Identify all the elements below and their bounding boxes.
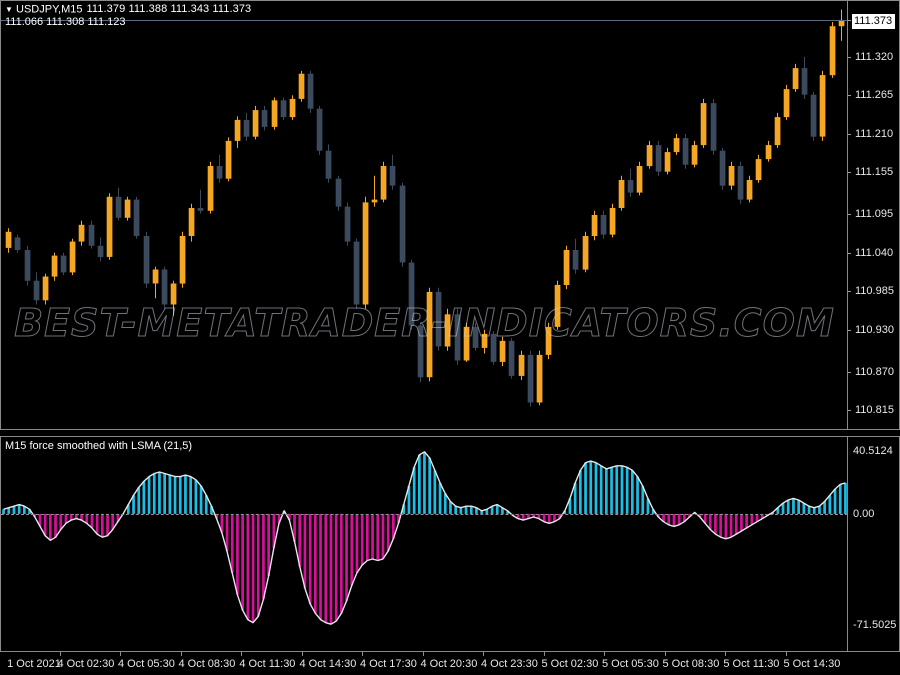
time-axis-tick — [423, 652, 424, 656]
time-axis-tick — [483, 652, 484, 656]
price-axis-label: 111.095 — [855, 208, 894, 221]
time-axis-label: 5 Oct 05:30 — [601, 658, 659, 670]
time-axis-tick — [604, 652, 605, 656]
ohlc-values: 111.379 111.388 111.343 111.373 — [86, 3, 252, 16]
price-axis-label: 111.040 — [855, 246, 894, 259]
time-axis-label: 5 Oct 02:30 — [541, 658, 599, 670]
price-axis-label: 111.265 — [855, 89, 894, 102]
current-price-tag: 111.373 — [851, 12, 897, 30]
price-chart-panel[interactable]: BEST-METATRADER-INDICATORS.COM 111.373 11… — [0, 0, 900, 430]
indicator-plot-area[interactable] — [1, 437, 848, 651]
zero-level-line — [1, 514, 848, 515]
price-axis-tick — [848, 330, 851, 331]
quote-header: ▼ USDJPY,M15 111.379 111.388 111.343 111.3… — [5, 3, 251, 16]
time-axis-label: 4 Oct 08:30 — [178, 658, 236, 670]
candlestick-series — [5, 9, 845, 407]
time-axis-label: 4 Oct 02:30 — [57, 658, 115, 670]
time-axis-tick — [725, 652, 726, 656]
time-axis-tick — [181, 652, 182, 656]
price-axis-tick — [848, 214, 851, 215]
indicator-axis-label: 0.00 — [853, 507, 875, 520]
price-axis-label: 110.815 — [855, 404, 894, 417]
triangle-down-icon[interactable]: ▼ — [5, 3, 13, 16]
time-axis-label: 4 Oct 20:30 — [420, 658, 478, 670]
price-axis-tick — [848, 410, 851, 411]
price-axis-tick — [848, 134, 851, 135]
price-axis-label: 111.210 — [855, 127, 894, 140]
time-axis-tick — [60, 652, 61, 656]
time-axis-label: 4 Oct 17:30 — [359, 658, 417, 670]
time-axis-tick — [665, 652, 666, 656]
price-axis-label: 111.320 — [855, 50, 894, 63]
time-axis-label: 4 Oct 23:30 — [480, 658, 538, 670]
current-price-line — [1, 20, 848, 21]
price-axis-label: 110.930 — [855, 323, 894, 336]
indicator-axis-divider — [847, 437, 848, 651]
time-axis-label: 5 Oct 14:30 — [783, 658, 841, 670]
symbol-timeframe-label: USDJPY,M15 — [16, 3, 83, 16]
price-axis-label: 110.985 — [855, 285, 894, 298]
time-axis-label: 5 Oct 11:30 — [723, 658, 780, 670]
indicator-panel[interactable]: 40.5124 0.00 -71.5025 M15 force smoothed w… — [0, 436, 900, 652]
time-axis-label: 1 Oct 2021 — [7, 658, 61, 670]
time-axis-tick — [302, 652, 303, 656]
price-axis-tick — [848, 57, 851, 58]
price-axis-label: 111.155 — [855, 166, 894, 179]
price-plot-area[interactable]: BEST-METATRADER-INDICATORS.COM — [1, 1, 848, 429]
time-axis-label: 4 Oct 14:30 — [299, 658, 357, 670]
time-axis-tick — [241, 652, 242, 656]
metatrader-chart-window: BEST-METATRADER-INDICATORS.COM 111.373 11… — [0, 0, 900, 675]
time-axis-tick — [786, 652, 787, 656]
time-axis-label: 4 Oct 11:30 — [239, 658, 296, 670]
time-axis-label: 4 Oct 05:30 — [117, 658, 175, 670]
time-axis-tick — [544, 652, 545, 656]
time-axis[interactable]: 1 Oct 2021 4 Oct 02:30 4 Oct 05:30 4 Oct 08… — [0, 652, 900, 675]
price-axis-divider — [847, 1, 848, 429]
indicator-title-label: M15 force smoothed with LSMA (21,5) — [5, 440, 193, 452]
force-index-histogram — [2, 451, 847, 625]
price-axis-tick — [848, 253, 851, 254]
time-axis-tick — [362, 652, 363, 656]
price-axis-tick — [848, 291, 851, 292]
time-axis-tick — [120, 652, 121, 656]
price-axis-label: 110.870 — [855, 365, 894, 378]
quote-header-line2: 111.066 111.308 111.123 — [5, 16, 126, 28]
price-axis-tick — [848, 172, 851, 173]
price-axis-tick — [848, 95, 851, 96]
indicator-axis-label: -71.5025 — [853, 619, 897, 631]
price-axis-tick — [848, 372, 851, 373]
time-axis-label: 5 Oct 08:30 — [662, 658, 720, 670]
indicator-axis-label: 40.5124 — [853, 445, 893, 457]
